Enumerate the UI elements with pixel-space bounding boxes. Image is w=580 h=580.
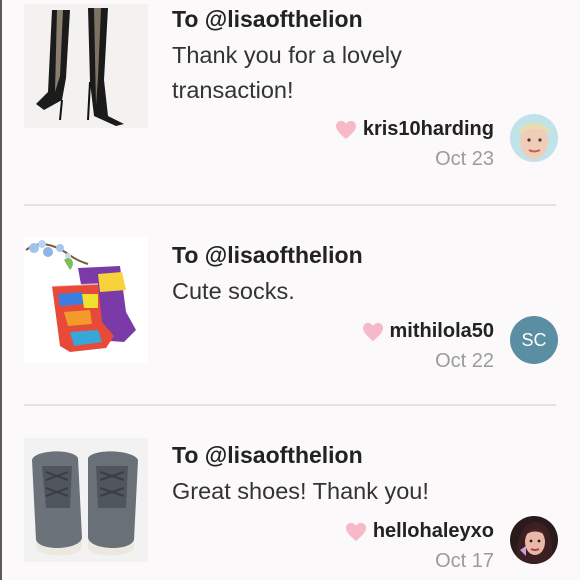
note-date: Oct 17 (435, 550, 494, 572)
sender-username[interactable]: mithilola50 (390, 320, 494, 343)
note-message: Cute socks. (172, 278, 295, 304)
sender-username[interactable]: kris10harding (363, 118, 494, 141)
card-divider (24, 404, 556, 406)
card-divider (24, 204, 556, 206)
sender-row: hellohaleyxo (345, 520, 494, 543)
avatar-initials: SC (521, 329, 547, 350)
heart-icon (362, 322, 383, 341)
listing-thumbnail[interactable] (24, 4, 148, 128)
boots-image (24, 4, 148, 128)
sender-avatar[interactable]: SC (510, 316, 558, 364)
sender-username[interactable]: hellohaleyxo (373, 520, 494, 543)
sender-row: mithilola50 (362, 320, 494, 343)
love-note-card: To @lisaofthelion Great shoes! Thank you… (0, 408, 580, 580)
recipient-heading[interactable]: To @lisaofthelion (172, 442, 363, 469)
sender-row: kris10harding (335, 118, 494, 141)
note-message: Thank you for a lovely transaction! (172, 42, 402, 103)
note-date: Oct 23 (435, 148, 494, 170)
love-note-card: To @lisaofthelion Cute socks. mithilola5… (0, 208, 580, 406)
heart-icon (335, 120, 356, 139)
socks-image (24, 238, 148, 362)
heart-icon (345, 522, 366, 541)
sender-avatar[interactable] (510, 516, 558, 564)
avatar-photo (510, 114, 558, 162)
love-note-card: To @lisaofthelion Thank you for a lovely… (0, 0, 580, 206)
listing-thumbnail[interactable] (24, 438, 148, 562)
note-message: Great shoes! Thank you! (172, 478, 429, 504)
recipient-heading[interactable]: To @lisaofthelion (172, 6, 363, 33)
note-date: Oct 22 (435, 350, 494, 372)
sneakers-image (24, 438, 148, 562)
sender-avatar[interactable] (510, 114, 558, 162)
recipient-heading[interactable]: To @lisaofthelion (172, 242, 363, 269)
listing-thumbnail[interactable] (24, 238, 148, 362)
avatar-photo (510, 516, 558, 564)
